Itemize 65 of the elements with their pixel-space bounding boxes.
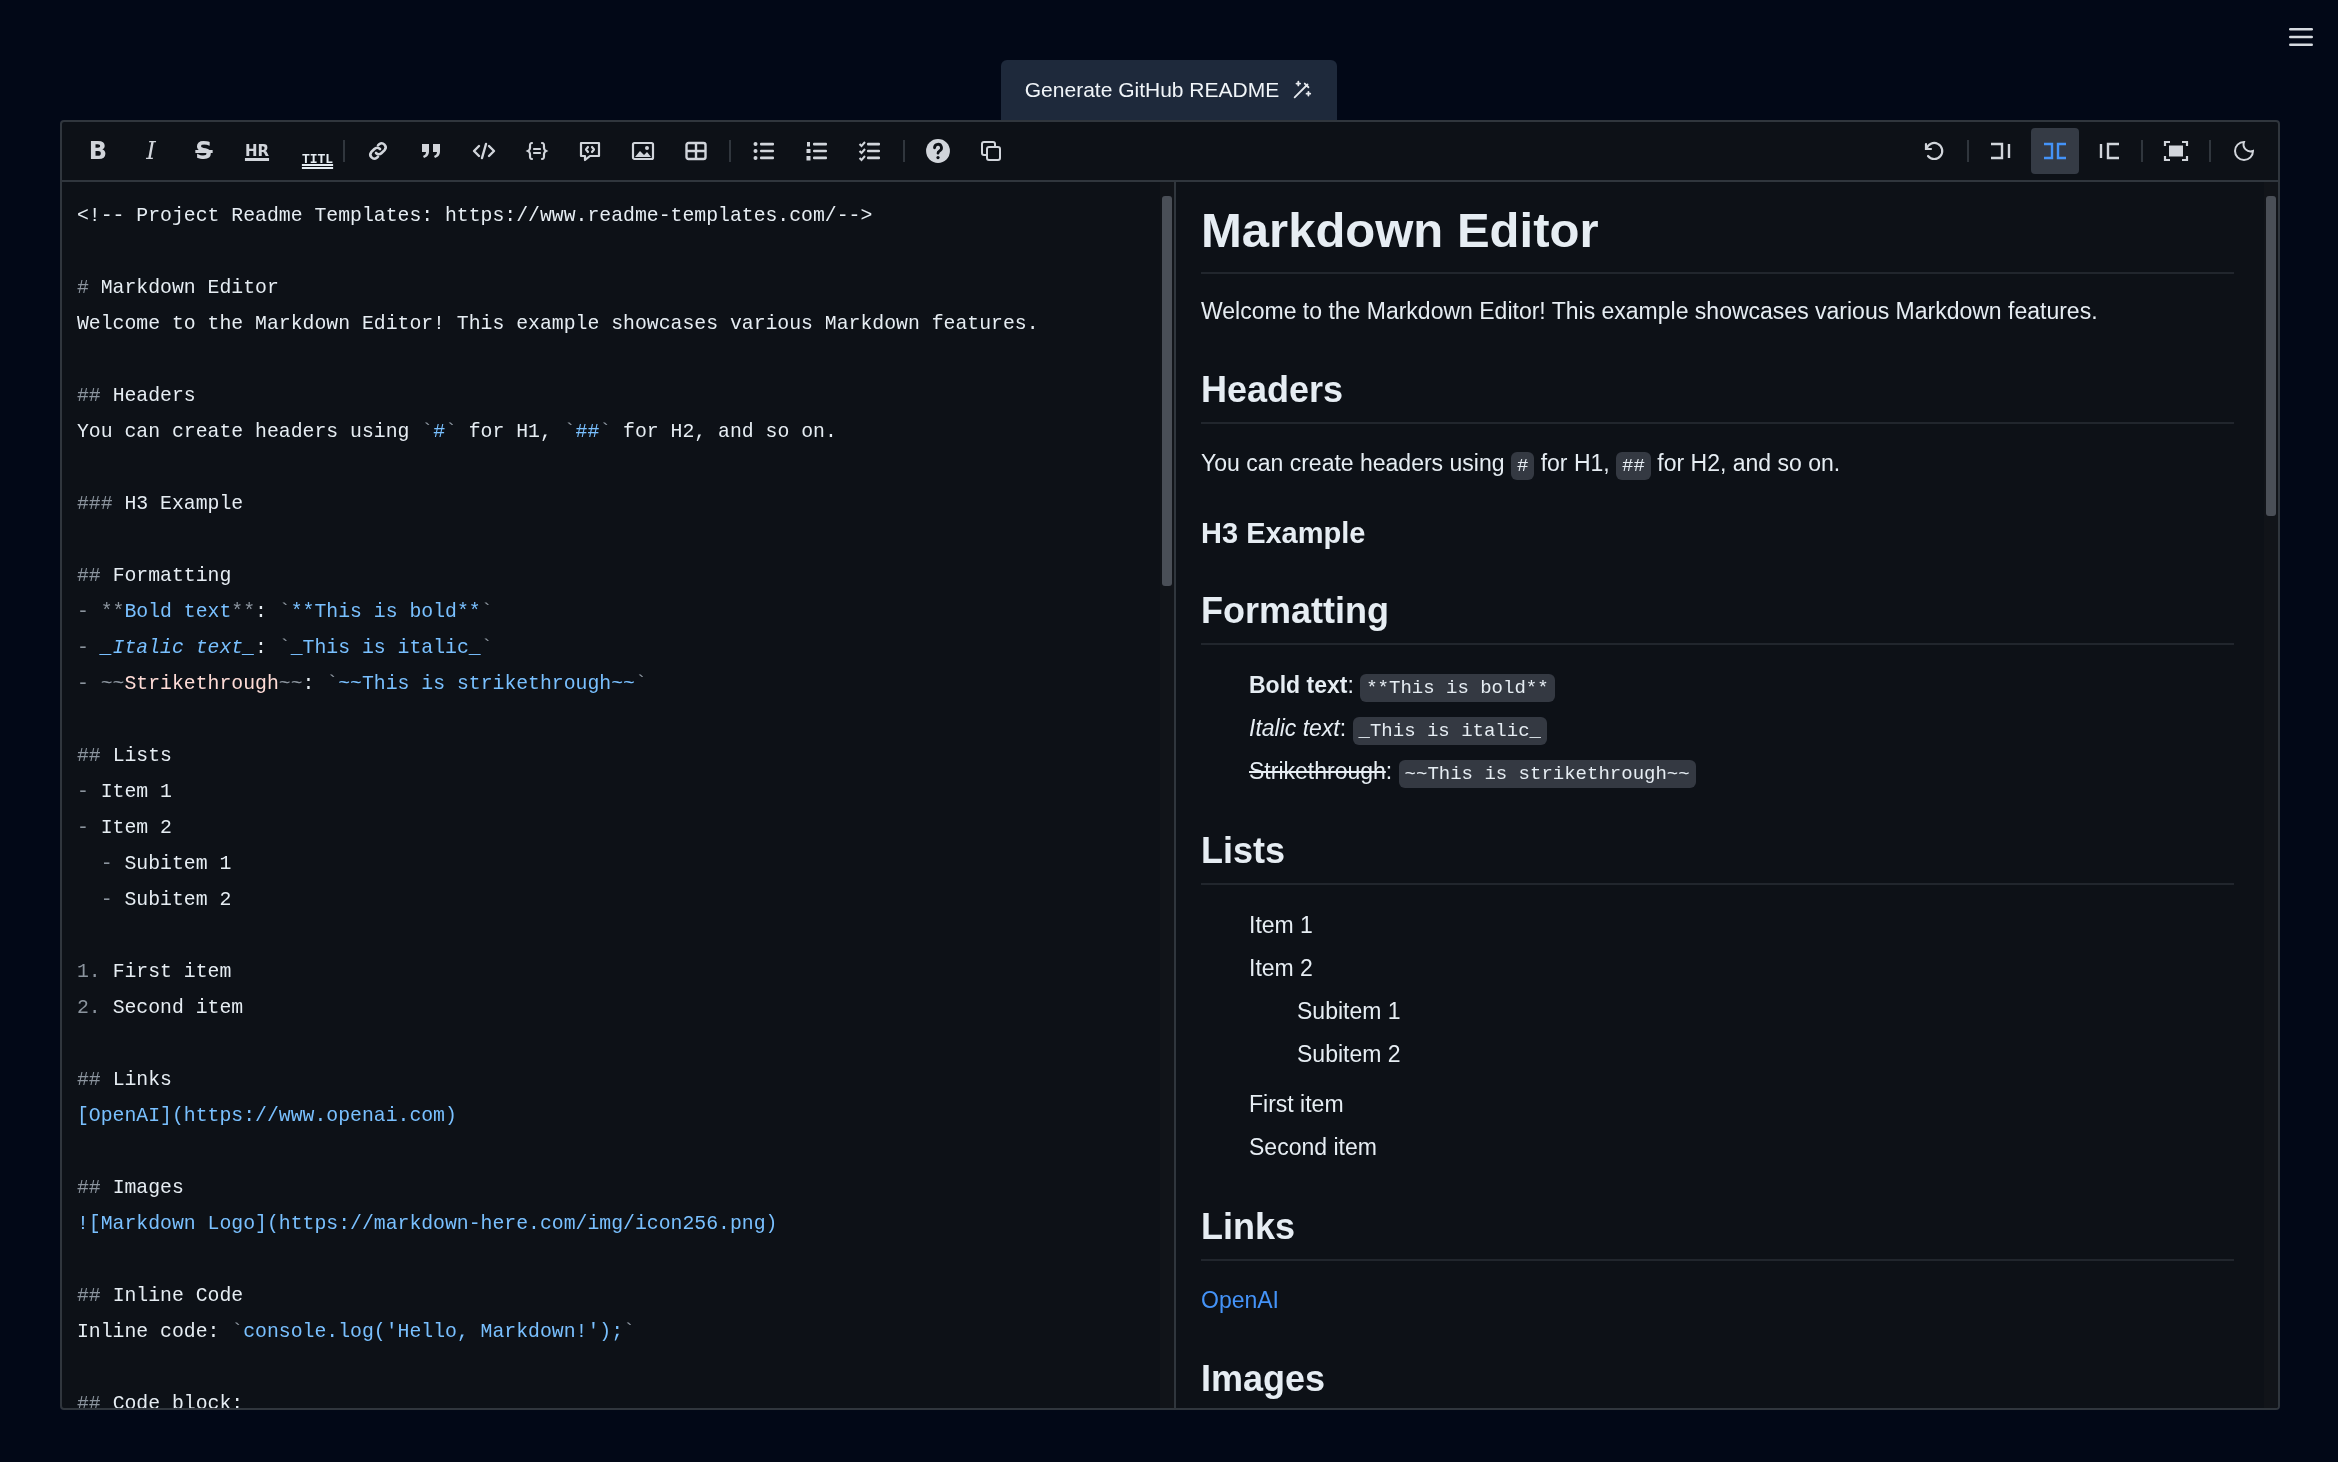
code-line: Welcome to the Markdown Editor! This example showcases various Markdown features. [77,312,1040,337]
code-line: # Markdown Editor [77,276,280,301]
format-button[interactable]: B [74,128,122,174]
scrollbar[interactable] [1160,182,1174,1408]
code-line: - **Bold text**: `**This is bold**` [77,600,494,625]
bullet-list-icon [752,139,776,163]
code-line: - Item 1 [77,780,173,805]
link-icon [366,139,390,163]
code-line: ## Inline Code [77,1284,245,1309]
list-item-text: Subitem 2 [1297,1040,1401,1067]
code-line: - Subitem 2 [99,888,233,913]
image-icon [631,139,655,163]
format-button[interactable]: HR [233,128,281,174]
code-line: ### H3 Example [77,492,245,517]
scrollbar[interactable] [2264,182,2278,1408]
moon-icon [2232,139,2256,163]
list-item-text: First item [1249,1091,1344,1118]
list-item-text: Italic text: _This is italic_ [1249,715,1547,742]
code-line: 1. First item [77,960,233,985]
list-item-text: Bold text: **This is bold** [1249,672,1555,699]
braces-icon [525,139,549,163]
preview-heading: Links [1201,1206,2234,1262]
preview-paragraph: You can create headers using # for H1, ## for H2, and so on. [1201,446,2234,481]
preview-heading: Formatting [1201,590,2234,646]
list-item-text: Second item [1249,1134,1377,1161]
code-line: ![Markdown Logo](https://markdown-here.com/img/icon256.png) [77,1212,779,1237]
code-line: ## Images [77,1176,185,1201]
code-line: 2. Second item [77,996,245,1021]
code-line: - Subitem 1 [99,852,233,877]
code-line: ## Links [77,1068,173,1093]
preview-heading: H3 Example [1201,516,1367,551]
list-item-text: Item 2 [1249,955,1313,982]
preview-paragraph: Welcome to the Markdown Editor! This example showcases various Markdown features. [1201,297,2099,327]
format-button[interactable]: TITL [286,128,334,174]
copy-icon [979,139,1003,163]
help-icon [925,138,951,164]
code-line: - Item 2 [77,816,173,841]
code-line: <!-- Project Readme Templates: https://www.readme-templates.com/--> [77,204,874,229]
preview-heading: Markdown Editor [1201,202,2234,275]
list-item-text: Subitem 1 [1297,997,1401,1024]
format-button[interactable]: S [180,128,228,174]
code-line: Inline code: `console.log('Hello, Markdown!');` [77,1320,636,1345]
preview-paragraph: OpenAI [1201,1286,1280,1316]
menu-icon [2288,26,2314,48]
preview-heading: Images [1201,1357,2234,1408]
code-line: - _Italic text_: `_This is italic_` [77,636,494,661]
undo-icon [1922,139,1946,163]
list-item-text: Strikethrough: ~~This is strikethrough~~ [1249,758,1696,785]
code-line: ## Formatting [77,564,233,589]
fullscreen-icon [2163,139,2189,163]
preview-heading: Lists [1201,829,2234,886]
comment-icon [578,139,602,163]
table-icon [684,139,708,163]
checklist-icon [858,139,882,163]
generate-readme-button[interactable]: Generate GitHub README [1000,60,1338,120]
numbered-list-icon [805,139,829,163]
magic-wand-icon [1291,79,1314,101]
code-line: [OpenAI](https://www.openai.com) [77,1104,458,1129]
code-line: - ~~Strikethrough~~: `~~This is strikethrough~~` [77,672,648,697]
code-line: ## Lists [77,744,173,769]
code-line: You can create headers using `#` for H1, `##` for H2, and so on. [77,420,838,445]
preview-heading: Headers [1201,368,2234,425]
list-item-text: Item 1 [1249,912,1313,939]
code-line: ## Headers [77,384,197,409]
format-button[interactable]: I [127,128,175,174]
